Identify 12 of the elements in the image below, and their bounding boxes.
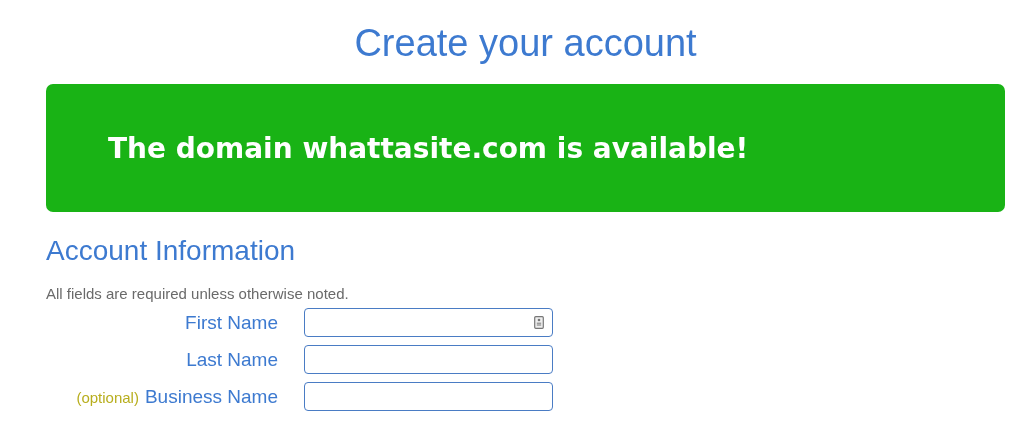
field-label: Business Name xyxy=(144,385,278,408)
section-heading: Account Information xyxy=(46,234,297,268)
field-label: First Name xyxy=(185,311,278,334)
contact-card-icon[interactable] xyxy=(534,316,544,329)
input-field[interactable] xyxy=(304,345,553,374)
page-title: Create your account xyxy=(354,21,697,66)
banner-message: The domain whattasite.com is available! xyxy=(108,131,749,165)
required-note: All fields are required unless otherwise noted. xyxy=(46,284,350,304)
optional-tag: (optional) xyxy=(76,388,139,406)
field-label: Last Name xyxy=(186,348,278,371)
input-field[interactable] xyxy=(304,308,553,337)
input-field[interactable] xyxy=(304,382,553,411)
